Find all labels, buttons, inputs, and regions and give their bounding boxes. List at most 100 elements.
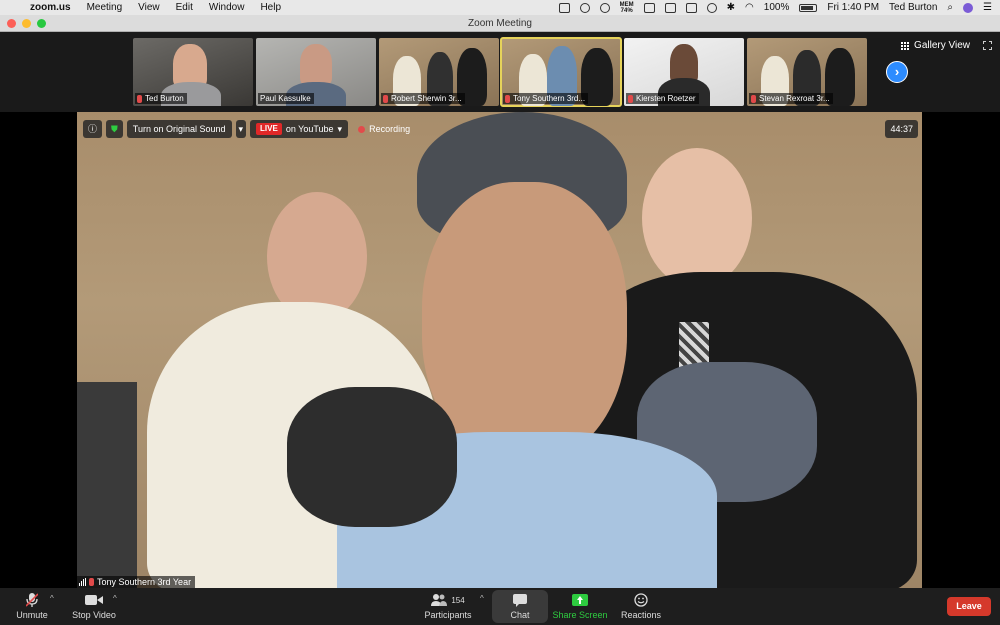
- stop-video-label: Stop Video: [72, 610, 116, 620]
- participant-count: 154: [451, 595, 465, 605]
- memory-status[interactable]: MEM 74%: [620, 2, 634, 14]
- active-speaker-name: Tony Southern 3rd Year: [97, 577, 192, 587]
- chevron-down-icon: ▾: [337, 124, 343, 134]
- gallery-view-button[interactable]: Gallery View: [901, 40, 970, 51]
- muted-mic-icon: [383, 94, 388, 103]
- window-titlebar: Zoom Meeting: [0, 15, 1000, 32]
- unmute-label: Unmute: [16, 610, 48, 620]
- menu-clock[interactable]: Fri 1:40 PM: [827, 2, 879, 13]
- live-stream-button[interactable]: LIVE on YouTube ▾: [250, 120, 349, 138]
- participant-name-tag: Robert Sherwin 3r...: [381, 93, 465, 104]
- battery-percent[interactable]: 100%: [764, 2, 790, 13]
- participant-tile[interactable]: Robert Sherwin 3r...: [379, 38, 499, 106]
- signal-strength-icon: [79, 578, 86, 586]
- info-icon: ⓘ: [88, 124, 98, 134]
- muted-mic-icon: [89, 578, 94, 586]
- menu-edit[interactable]: Edit: [176, 2, 193, 13]
- reactions-label: Reactions: [620, 610, 662, 620]
- original-sound-button[interactable]: Turn on Original Sound: [126, 120, 232, 138]
- participants-button[interactable]: 154 Participants: [420, 588, 476, 625]
- menu-window[interactable]: Window: [209, 2, 245, 13]
- participant-name: Robert Sherwin 3r...: [391, 94, 462, 103]
- notes-status-icon[interactable]: [643, 2, 655, 13]
- menu-help[interactable]: Help: [260, 2, 281, 13]
- video-person-right: [642, 148, 752, 288]
- muted-mic-icon: [628, 94, 633, 103]
- cloud-status-icon[interactable]: [664, 2, 676, 13]
- recording-dot-icon: [358, 125, 366, 133]
- participant-name: Kiersten Roetzer: [636, 94, 696, 103]
- participant-video: [300, 44, 332, 86]
- muted-mic-icon: [751, 94, 756, 103]
- participant-name: Ted Burton: [145, 94, 184, 103]
- menu-view[interactable]: View: [138, 2, 160, 13]
- recording-label: Recording: [369, 124, 411, 134]
- gauge-status-icon[interactable]: [599, 2, 610, 13]
- participant-name-tag: Stevan Rexroat 3r...: [749, 93, 833, 104]
- security-button[interactable]: ⛊: [106, 120, 123, 138]
- maximize-window-button[interactable]: [37, 19, 46, 28]
- participant-tile[interactable]: Ted Burton: [133, 38, 253, 106]
- bluetooth-icon[interactable]: ✱: [727, 2, 735, 13]
- recording-indicator[interactable]: Recording: [352, 120, 416, 138]
- chat-label: Chat: [510, 610, 530, 620]
- participant-name-tag: Tony Southern 3rd...: [503, 93, 589, 104]
- smiley-icon: [634, 593, 648, 607]
- participant-name-tag: Kiersten Roetzer: [626, 93, 699, 104]
- menu-bar: zoom.us Meeting View Edit Window Help ME…: [0, 0, 1000, 15]
- live-target: on YouTube: [285, 124, 334, 134]
- share-screen-icon: [572, 593, 588, 607]
- next-page-button[interactable]: ›: [886, 61, 908, 83]
- video-camera-icon: [85, 593, 103, 607]
- participant-tile[interactable]: Paul Kassulke: [256, 38, 376, 106]
- video-options-caret[interactable]: ^: [113, 594, 117, 603]
- battery-icon[interactable]: [799, 3, 818, 12]
- meeting-info-button[interactable]: ⓘ: [83, 120, 103, 138]
- participants-options-caret[interactable]: ^: [480, 594, 484, 603]
- audio-options-caret[interactable]: ^: [50, 594, 54, 603]
- sync-status-icon[interactable]: [579, 2, 590, 13]
- minimize-window-button[interactable]: [22, 19, 31, 28]
- wifi-icon[interactable]: ◠: [745, 2, 754, 13]
- reactions-button[interactable]: Reactions: [614, 588, 668, 625]
- participant-tile-active[interactable]: Tony Southern 3rd...: [500, 37, 622, 107]
- microphone-muted-icon: [26, 593, 38, 607]
- time-machine-icon[interactable]: [706, 2, 717, 13]
- participants-icon: 154: [431, 593, 465, 607]
- share-screen-label: Share Screen: [552, 610, 608, 620]
- menu-app-name[interactable]: zoom.us: [30, 2, 71, 13]
- close-window-button[interactable]: [7, 19, 16, 28]
- gallery-strip: Ted Burton Paul Kassulke Robert Sherwin …: [0, 32, 1000, 112]
- siri-icon[interactable]: [963, 2, 974, 13]
- menu-meeting[interactable]: Meeting: [87, 2, 123, 13]
- camera-status-icon[interactable]: [558, 2, 570, 13]
- participant-name: Tony Southern 3rd...: [513, 94, 586, 103]
- participant-tile[interactable]: Stevan Rexroat 3r...: [747, 38, 867, 106]
- notification-center-icon[interactable]: ☰: [983, 2, 992, 13]
- unmute-button[interactable]: Unmute: [10, 588, 54, 625]
- meeting-toolbar: Unmute ^ Stop Video ^ 154 Participants ^…: [0, 588, 1000, 625]
- leave-button[interactable]: Leave: [947, 597, 991, 616]
- video-person-center: [422, 182, 627, 462]
- fullscreen-icon[interactable]: [983, 41, 992, 50]
- spotlight-search-icon[interactable]: ⌕: [947, 2, 953, 13]
- participant-name-tag: Ted Burton: [135, 93, 187, 104]
- gallery-view-label: Gallery View: [914, 40, 970, 51]
- muted-mic-icon: [137, 94, 142, 103]
- chevron-right-icon: ›: [894, 64, 900, 79]
- memory-value: 74%: [620, 7, 633, 14]
- original-sound-dropdown[interactable]: ▾: [235, 120, 247, 138]
- grid-icon: [901, 41, 910, 50]
- main-video-area: ⓘ ⛊ Turn on Original Sound ▾ LIVE on You…: [0, 112, 1000, 588]
- chat-button[interactable]: Chat: [492, 588, 548, 625]
- live-badge: LIVE: [256, 123, 282, 135]
- dropbox-status-icon[interactable]: [685, 2, 697, 13]
- share-screen-button[interactable]: Share Screen: [550, 588, 610, 625]
- original-sound-label: Turn on Original Sound: [132, 124, 226, 134]
- participant-tile[interactable]: Kiersten Roetzer: [624, 38, 744, 106]
- video-top-controls: ⓘ ⛊ Turn on Original Sound ▾ LIVE on You…: [83, 120, 416, 138]
- meeting-timer: 44:37: [885, 120, 918, 138]
- participant-name: Paul Kassulke: [260, 94, 311, 103]
- active-speaker-tag: Tony Southern 3rd Year: [77, 576, 196, 588]
- menu-user[interactable]: Ted Burton: [889, 2, 937, 13]
